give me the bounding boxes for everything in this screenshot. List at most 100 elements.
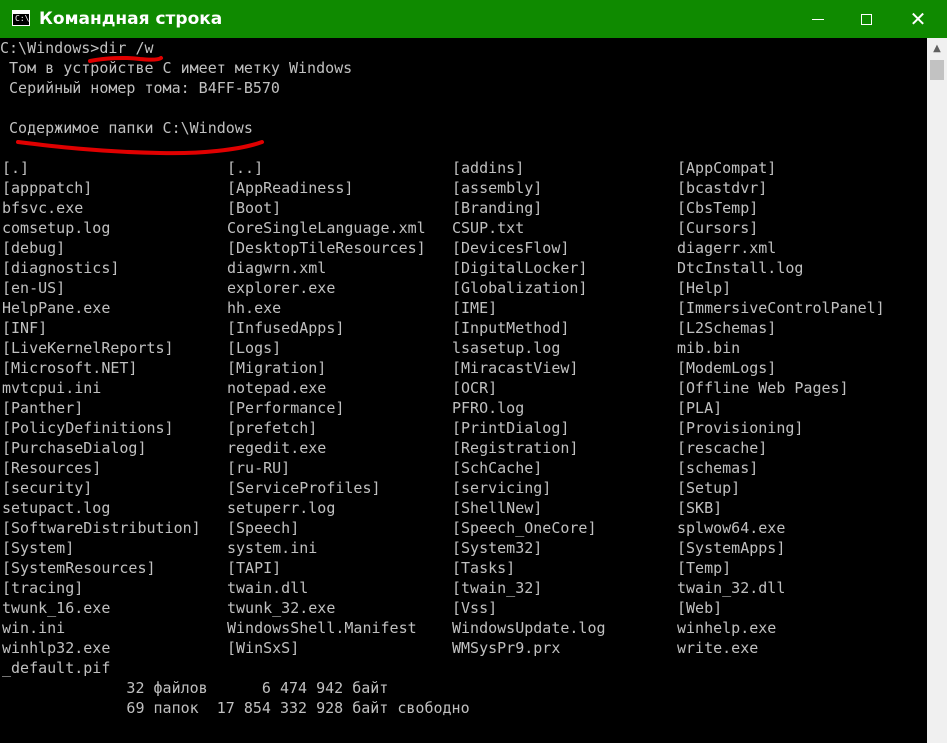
listing-entry: hh.exe	[227, 299, 282, 317]
listing-entry: [DigitalLocker]	[452, 259, 588, 277]
listing-entry: [PolicyDefinitions]	[2, 419, 174, 437]
listing-entry: system.ini	[227, 539, 318, 557]
summary-files-line: 32 файлов 6 474 942 байт	[0, 679, 389, 697]
cmd-icon-prompt: C:\	[15, 14, 30, 23]
listing-entry: [Provisioning]	[677, 419, 804, 437]
listing-entry: [..]	[227, 159, 264, 177]
listing-entry: CoreSingleLanguage.xml	[227, 219, 426, 237]
listing-entry: [Boot]	[227, 199, 282, 217]
listing-entry: [debug]	[2, 239, 66, 257]
command-line: C:\Windows>dir /w	[0, 39, 154, 57]
listing-entry: mvtcpui.ini	[2, 379, 102, 397]
listing-entry: [Microsoft.NET]	[2, 359, 138, 377]
minimize-icon	[812, 18, 824, 20]
minimize-button[interactable]	[795, 0, 841, 38]
listing-entry: [AppReadiness]	[227, 179, 354, 197]
listing-entry: [assembly]	[452, 179, 543, 197]
scroll-up-arrow-icon[interactable]: ▲	[927, 38, 947, 58]
listing-entry: WindowsUpdate.log	[452, 619, 606, 637]
listing-entry: [Branding]	[452, 199, 543, 217]
listing-entry: twain.dll	[227, 579, 309, 597]
listing-entry: splwow64.exe	[677, 519, 786, 537]
listing-entry: [TAPI]	[227, 559, 282, 577]
listing-entry: _default.pif	[2, 659, 111, 677]
listing-entry: [ImmersiveControlPanel]	[677, 299, 885, 317]
listing-entry: [InfusedApps]	[227, 319, 345, 337]
listing-entry: twunk_16.exe	[2, 599, 111, 617]
listing-entry: [Speech]	[227, 519, 300, 537]
listing-entry: [ModemLogs]	[677, 359, 777, 377]
listing-entry: setuperr.log	[227, 499, 336, 517]
listing-entry: [.]	[2, 159, 30, 177]
listing-entry: [Setup]	[677, 479, 741, 497]
listing-entry: [Help]	[677, 279, 732, 297]
listing-entry: [Vss]	[452, 599, 498, 617]
listing-entry: [security]	[2, 479, 93, 497]
listing-entry: [ShellNew]	[452, 499, 543, 517]
listing-entry: [Migration]	[227, 359, 327, 377]
listing-entry: CSUP.txt	[452, 219, 525, 237]
maximize-icon	[860, 13, 872, 25]
volume-label-line: Том в устройстве C имеет метку Windows	[0, 59, 353, 77]
listing-entry: mib.bin	[677, 339, 741, 357]
listing-entry: [servicing]	[452, 479, 552, 497]
listing-entry: [tracing]	[2, 579, 84, 597]
listing-entry: [Globalization]	[452, 279, 588, 297]
listing-entry: [CbsTemp]	[677, 199, 759, 217]
listing-entry: [rescache]	[677, 439, 768, 457]
listing-entry: explorer.exe	[227, 279, 336, 297]
close-icon: ✕	[909, 7, 927, 31]
listing-entry: [Registration]	[452, 439, 579, 457]
vertical-scrollbar[interactable]: ▲	[927, 38, 947, 743]
listing-entry: [WinSxS]	[227, 639, 300, 657]
listing-entry: [DevicesFlow]	[452, 239, 570, 257]
listing-entry: [apppatch]	[2, 179, 93, 197]
listing-entry: [ru-RU]	[227, 459, 291, 477]
listing-entry: [bcastdvr]	[677, 179, 768, 197]
listing-entry: [Offline Web Pages]	[677, 379, 849, 397]
listing-entry: setupact.log	[2, 499, 111, 517]
listing-entry: [prefetch]	[227, 419, 318, 437]
listing-entry: [Tasks]	[452, 559, 516, 577]
listing-entry: [Resources]	[2, 459, 102, 477]
listing-entry: [IME]	[452, 299, 498, 317]
listing-entry: [AppCompat]	[677, 159, 777, 177]
listing-entry: [SystemResources]	[2, 559, 156, 577]
listing-entry: WMSysPr9.prx	[452, 639, 561, 657]
listing-entry: [LiveKernelReports]	[2, 339, 174, 357]
listing-entry: twain_32.dll	[677, 579, 786, 597]
listing-entry: comsetup.log	[2, 219, 111, 237]
listing-entry: [PLA]	[677, 399, 723, 417]
listing-entry: [schemas]	[677, 459, 759, 477]
listing-entry: [SoftwareDistribution]	[2, 519, 201, 537]
close-button[interactable]: ✕	[895, 0, 941, 38]
listing-entry: [InputMethod]	[452, 319, 570, 337]
listing-entry: [Web]	[677, 599, 723, 617]
listing-entry: [DesktopTileResources]	[227, 239, 426, 257]
listing-entry: DtcInstall.log	[677, 259, 804, 277]
command-prompt-window: C:\ Командная строка ✕ C:\Windows>dir /w…	[0, 0, 947, 743]
serial-number-line: Серийный номер тома: B4FF-B570	[0, 79, 280, 97]
listing-entry: regedit.exe	[227, 439, 327, 457]
console-output[interactable]: C:\Windows>dir /w Том в устройстве C име…	[0, 38, 927, 743]
listing-entry: HelpPane.exe	[2, 299, 111, 317]
summary-dirs-line: 69 папок 17 854 332 928 байт свободно	[0, 699, 470, 717]
listing-entry: [OCR]	[452, 379, 498, 397]
maximize-button[interactable]	[843, 0, 889, 38]
listing-entry: winhlp32.exe	[2, 639, 111, 657]
title-bar[interactable]: C:\ Командная строка ✕	[0, 0, 947, 38]
listing-entry: [Performance]	[227, 399, 345, 417]
listing-entry: [Cursors]	[677, 219, 759, 237]
listing-entry: [System]	[2, 539, 75, 557]
listing-entry: [en-US]	[2, 279, 66, 297]
listing-entry: diagerr.xml	[677, 239, 777, 257]
listing-entry: [PrintDialog]	[452, 419, 570, 437]
listing-entry: twunk_32.exe	[227, 599, 336, 617]
listing-entry: [INF]	[2, 319, 48, 337]
scroll-thumb[interactable]	[930, 60, 944, 80]
listing-entry: [MiracastView]	[452, 359, 579, 377]
listing-entry: [twain_32]	[452, 579, 543, 597]
listing-entry: [diagnostics]	[2, 259, 120, 277]
listing-entry: write.exe	[677, 639, 759, 657]
listing-entry: PFRO.log	[452, 399, 525, 417]
